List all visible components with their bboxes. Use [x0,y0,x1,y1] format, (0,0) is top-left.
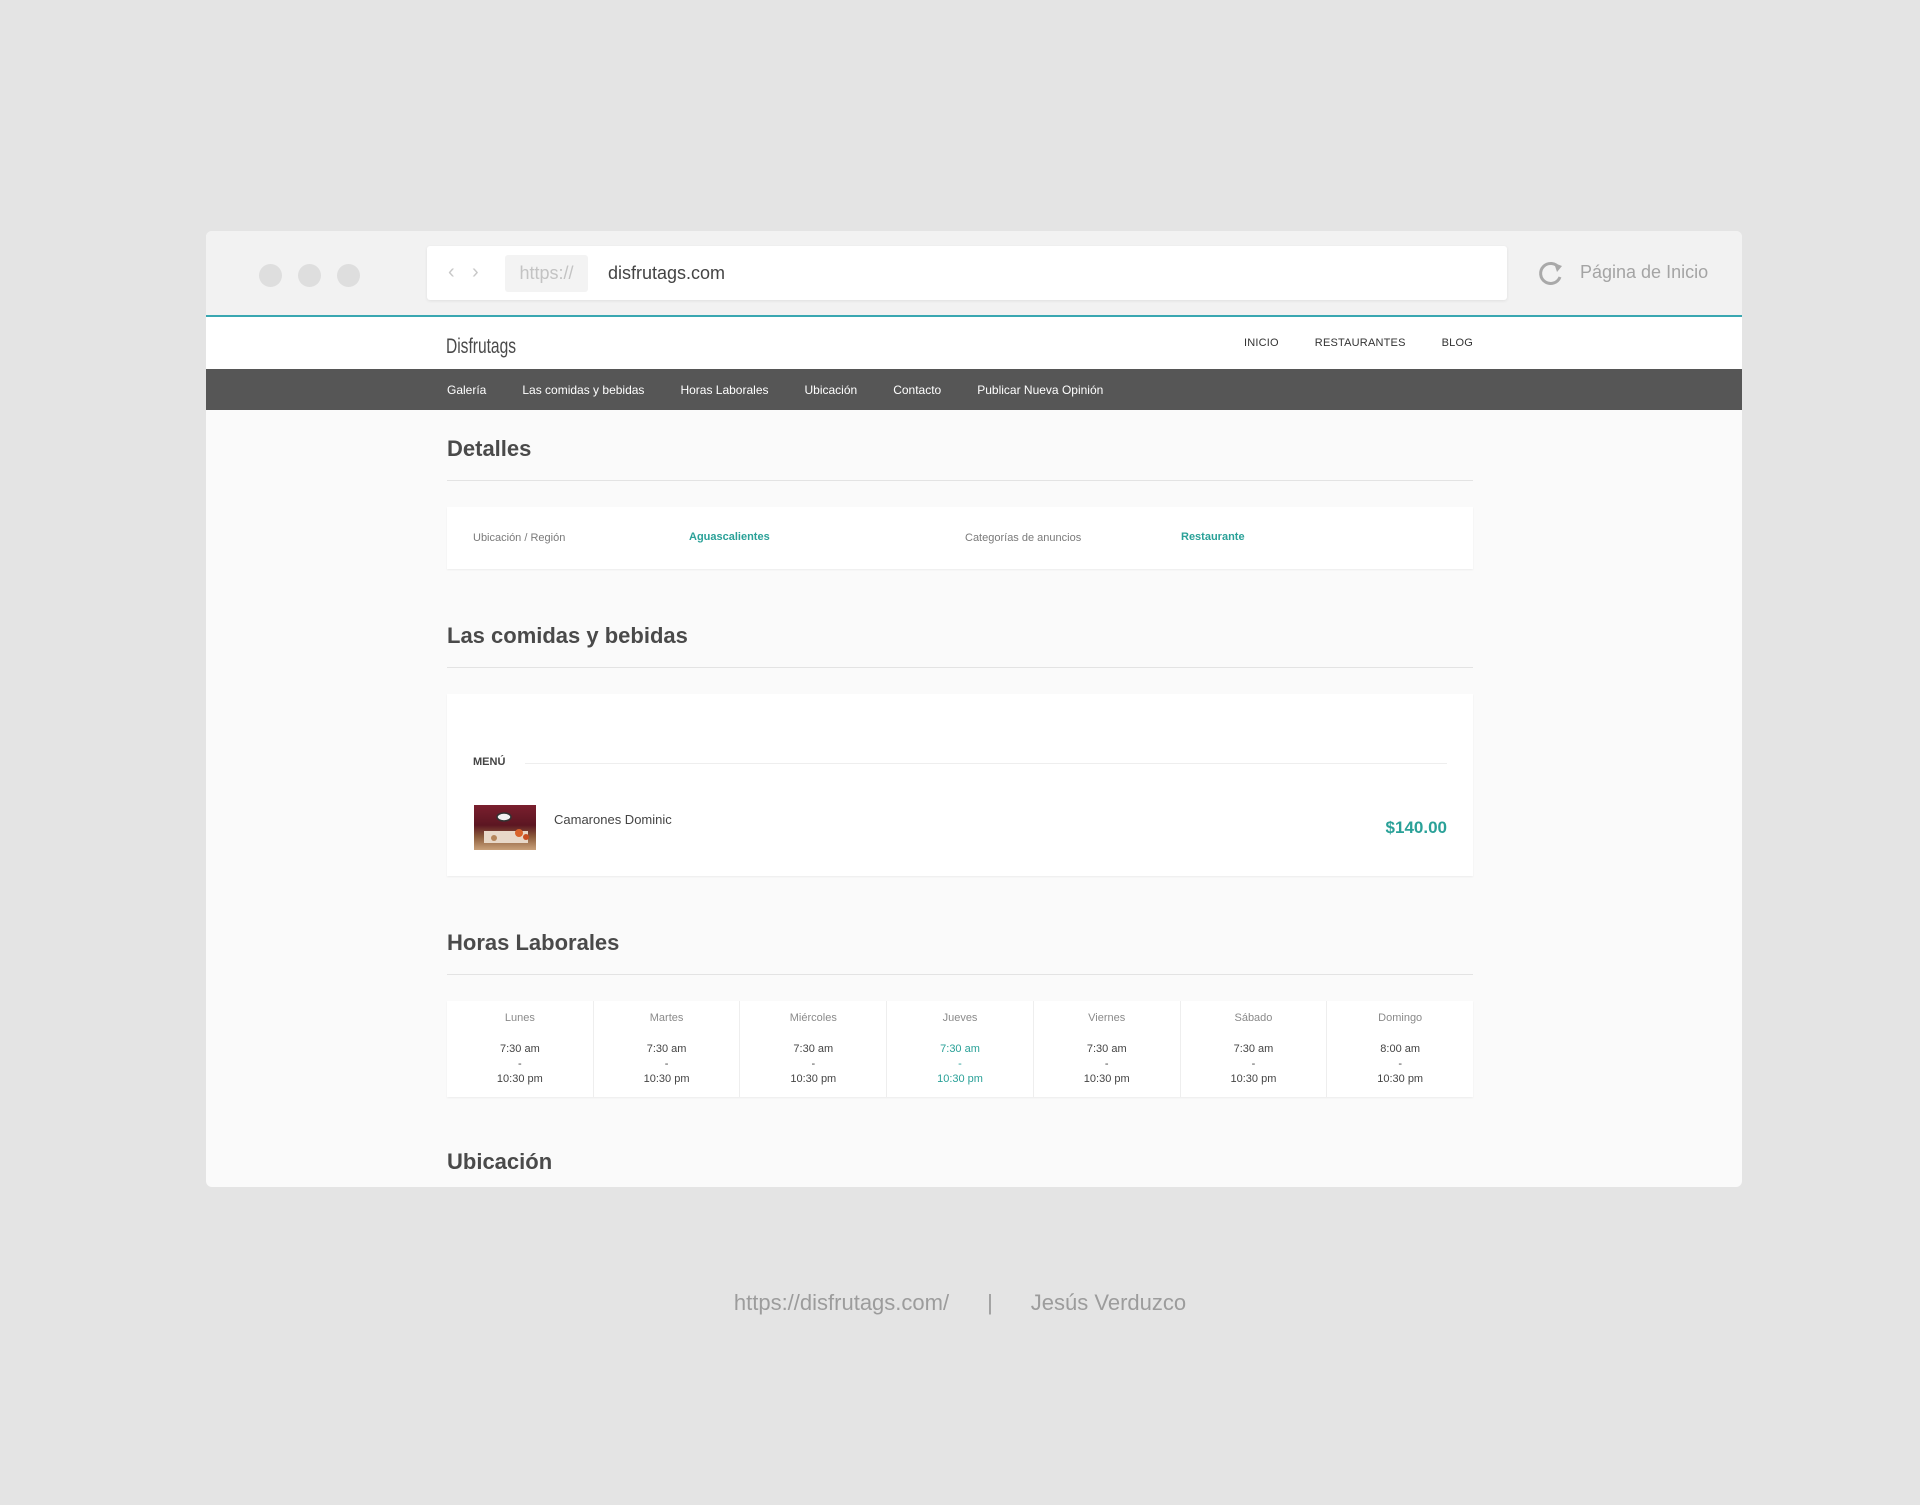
home-page-link[interactable]: Página de Inicio [1580,261,1708,283]
footer-caption: https://disfrutags.com/ | Jesús Verduzco [0,1290,1920,1316]
caption-separator: | [987,1290,993,1315]
day-sabado: Sábado 7:30 am - 10:30 pm [1181,1001,1328,1097]
day-name: Sábado [1234,1012,1273,1024]
menu-item-name: Camarones Dominic [554,812,672,827]
section-nav-ubicacion[interactable]: Ubicación [805,383,858,397]
open-time: 7:30 am [646,1043,687,1055]
section-nav-comidas[interactable]: Las comidas y bebidas [522,383,644,397]
time-separator: - [1251,1058,1256,1070]
details-card: Ubicación / Región Aguascalientes Catego… [447,507,1473,569]
caption-author: Jesús Verduzco [1030,1290,1187,1315]
category-value[interactable]: Restaurante [1181,531,1245,543]
day-name: Lunes [504,1012,535,1024]
browser-window: ‹ › https:// disfrutags.com Página de In… [206,231,1742,1187]
listing-content: Detalles Ubicación / Región Aguascalient… [447,410,1473,1187]
top-nav: INICIO RESTAURANTES BLOG [1244,317,1473,369]
nav-inicio[interactable]: INICIO [1244,337,1279,349]
section-nav-publicar-opinion[interactable]: Publicar Nueva Opinión [977,383,1103,397]
category-label: Categorías de anuncios [965,532,1082,544]
forward-arrow-icon[interactable]: › [472,262,479,282]
close-time: 10:30 pm [496,1073,543,1085]
details-title: Detalles [447,410,1473,481]
day-viernes: Viernes 7:30 am - 10:30 pm [1034,1001,1181,1097]
section-nav: Galería Las comidas y bebidas Horas Labo… [206,369,1742,410]
close-time: 10:30 pm [1377,1073,1424,1085]
day-name: Miércoles [789,1012,837,1024]
day-name: Viernes [1088,1012,1126,1024]
day-name: Martes [649,1012,684,1024]
window-close-dot[interactable] [259,264,282,287]
hours-title: Horas Laborales [447,904,1473,975]
back-arrow-icon[interactable]: ‹ [448,262,455,282]
url-domain[interactable]: disfrutags.com [608,262,725,284]
window-maximize-dot[interactable] [337,264,360,287]
day-martes: Martes 7:30 am - 10:30 pm [594,1001,741,1097]
location-label: Ubicación / Región [473,532,566,544]
address-bar[interactable]: ‹ › https:// disfrutags.com [427,246,1507,300]
open-time: 7:30 am [793,1043,834,1055]
food-title: Las comidas y bebidas [447,597,1473,668]
day-name: Domingo [1378,1012,1423,1024]
close-time: 10:30 pm [1083,1073,1130,1085]
time-separator: - [664,1058,669,1070]
time-separator: - [811,1058,816,1070]
menu-item-price: $140.00 [1385,818,1447,837]
menu-card: MENÚ Camarones Dominic $140.00 [447,694,1473,876]
section-nav-contacto[interactable]: Contacto [893,383,941,397]
menu-item-thumbnail[interactable] [474,805,536,850]
caption-url: https://disfrutags.com/ [733,1290,950,1315]
logo-text: Disfrutags [446,335,516,358]
day-name: Jueves [942,1012,978,1024]
close-time: 10:30 pm [790,1073,837,1085]
day-domingo: Domingo 8:00 am - 10:30 pm [1327,1001,1473,1097]
menu-heading: MENÚ [473,756,506,768]
day-miercoles: Miércoles 7:30 am - 10:30 pm [740,1001,888,1097]
open-time: 8:00 am [1380,1043,1421,1055]
open-time: 7:30 am [940,1043,980,1055]
close-time: 10:30 pm [937,1073,983,1085]
close-time: 10:30 pm [1230,1073,1277,1085]
section-nav-galeria[interactable]: Galería [447,383,486,397]
browser-chrome: ‹ › https:// disfrutags.com Página de In… [206,231,1742,317]
open-time: 7:30 am [1233,1043,1274,1055]
time-separator: - [518,1058,522,1070]
disfrutags-logo[interactable]: Disfrutags [446,323,520,365]
time-separator: - [1398,1058,1402,1070]
window-minimize-dot[interactable] [298,264,321,287]
nav-restaurantes[interactable]: RESTAURANTES [1315,337,1406,349]
time-separator: - [1104,1058,1109,1070]
reload-icon[interactable] [1535,257,1567,289]
nav-blog[interactable]: BLOG [1442,337,1473,349]
open-time: 7:30 am [1086,1043,1127,1055]
location-title: Ubicación [447,1149,553,1174]
menu-divider [525,763,1447,764]
location-value[interactable]: Aguascalientes [689,531,770,543]
hours-table: Lunes 7:30 am - 10:30 pm Martes 7:30 am … [447,1001,1473,1097]
time-separator: - [958,1058,962,1070]
site-header: Disfrutags INICIO RESTAURANTES BLOG [206,317,1742,369]
day-lunes: Lunes 7:30 am - 10:30 pm [447,1001,594,1097]
open-time: 7:30 am [499,1043,540,1055]
url-protocol: https:// [505,255,588,292]
day-jueves: Jueves 7:30 am - 10:30 pm [887,1001,1034,1097]
close-time: 10:30 pm [643,1073,690,1085]
section-nav-horas[interactable]: Horas Laborales [680,383,768,397]
